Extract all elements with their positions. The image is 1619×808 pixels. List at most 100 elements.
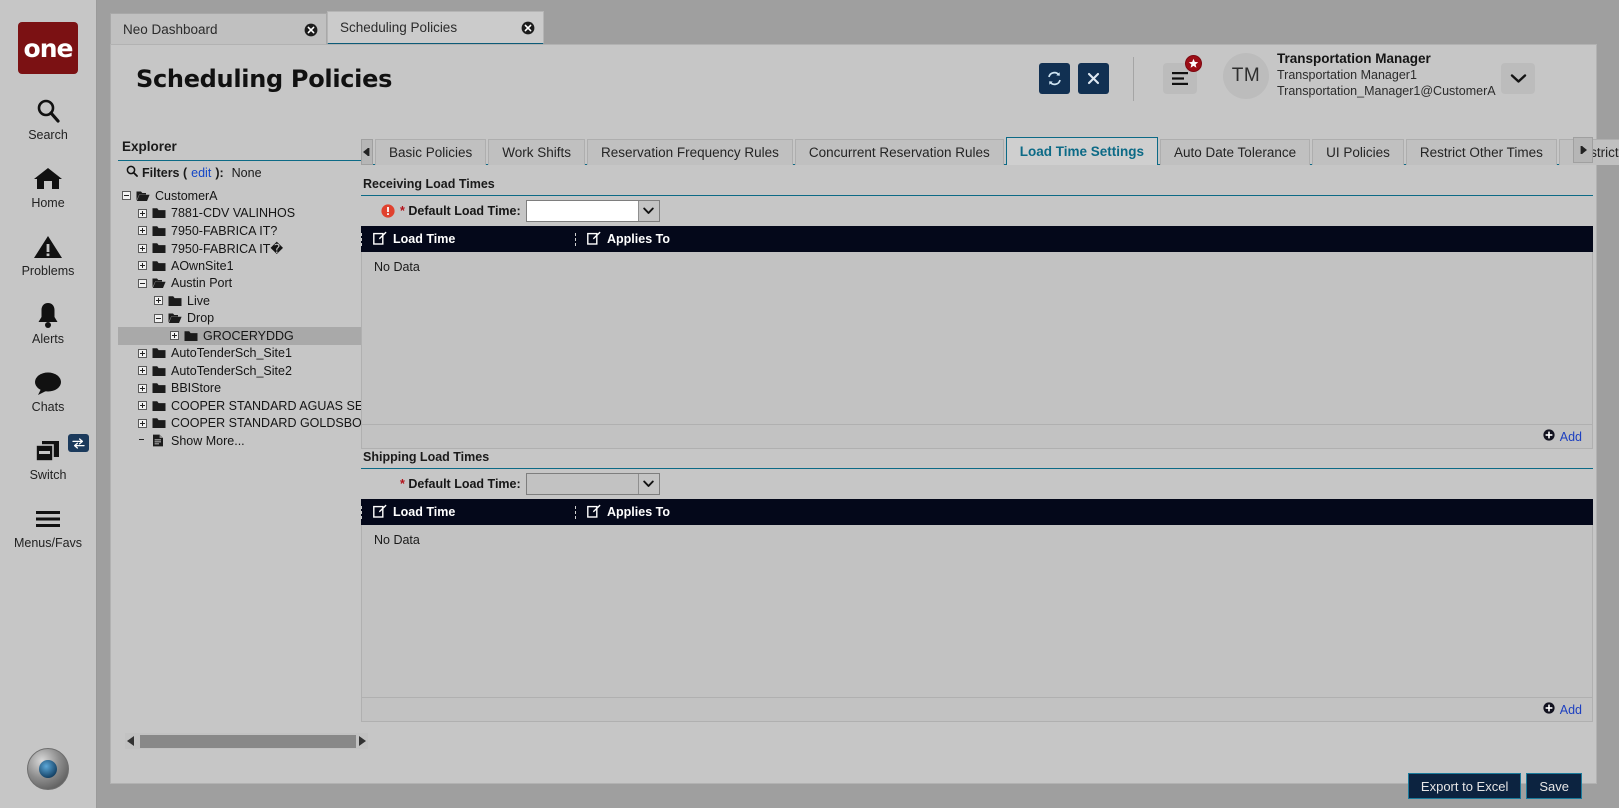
receiving-load-times-panel: Receiving Load Times * Default Load Time… [361, 177, 1593, 449]
expand-toggle-icon[interactable] [138, 383, 147, 393]
tree-node[interactable]: AutoTenderSch_Site1 [118, 345, 361, 363]
avatar[interactable]: TM [1223, 53, 1269, 99]
expand-toggle-icon[interactable] [154, 296, 163, 306]
filters-edit-link[interactable]: edit [191, 166, 211, 180]
receiving-col-applies-to[interactable]: Applies To [575, 231, 818, 248]
action-bar: Export to Excel Save [361, 768, 1593, 804]
expand-toggle-icon[interactable] [138, 226, 147, 236]
shipping-col-applies-to[interactable]: Applies To [575, 504, 818, 521]
expand-toggle-icon[interactable] [138, 401, 147, 411]
tab-restrict-other-times[interactable]: Restrict Other Times [1405, 139, 1557, 165]
collapse-toggle-icon[interactable] [122, 191, 131, 201]
expand-toggle-icon[interactable] [138, 418, 147, 428]
tree-node[interactable]: 7950-FABRICA IT� [118, 240, 361, 258]
refresh-button[interactable] [1039, 63, 1070, 94]
rail-item-alerts[interactable]: Alerts [0, 300, 97, 346]
refresh-icon [1048, 71, 1061, 86]
tab-ui-policies[interactable]: UI Policies [1312, 139, 1404, 165]
shipping-load-times-panel: Shipping Load Times * Default Load Time: [361, 450, 1593, 722]
receiving-grid-header: Load Time Applies To [361, 226, 1593, 252]
rail-item-home[interactable]: Home [0, 164, 97, 210]
close-icon[interactable] [521, 21, 535, 35]
collapse-toggle-icon[interactable] [154, 313, 163, 323]
tree-node[interactable]: GROCERYDDG [118, 327, 361, 345]
tab-scroll-right-button[interactable] [1573, 137, 1593, 163]
brand-logo[interactable]: one [18, 22, 78, 74]
window-tab-neo-dashboard[interactable]: Neo Dashboard [110, 13, 327, 45]
field-label-text: Default Load Time: [408, 477, 521, 491]
expand-toggle-icon[interactable] [138, 366, 147, 376]
folder-icon [152, 242, 166, 254]
app-orb-icon[interactable] [27, 748, 69, 790]
collapse-toggle-icon[interactable] [138, 278, 147, 288]
explorer-horizontal-scrollbar[interactable] [125, 733, 368, 749]
expand-toggle-icon[interactable] [138, 243, 147, 253]
tree-node[interactable]: COOPER STANDARD AGUAS SEALING (3 [118, 397, 415, 415]
shipping-add-link[interactable]: Add [1560, 703, 1582, 717]
tree-node[interactable]: Show More... [118, 432, 361, 450]
rail-item-switch[interactable]: Switch [0, 434, 97, 482]
tab-concurrent-reservation-rules[interactable]: Concurrent Reservation Rules [794, 139, 1004, 165]
tree-node[interactable]: AOwnSite1 [118, 257, 361, 275]
select-value [526, 474, 638, 494]
chevron-down-icon[interactable] [637, 201, 659, 221]
tree-node[interactable]: AutoTenderSch_Site2 [118, 362, 361, 380]
close-icon[interactable] [304, 23, 318, 37]
rail-item-problems[interactable]: Problems [0, 232, 97, 278]
window-tab-scheduling-policies[interactable]: Scheduling Policies [327, 11, 544, 45]
expand-toggle-icon[interactable] [138, 208, 147, 218]
tree-node[interactable]: Live [118, 292, 361, 310]
plus-circle-icon[interactable] [1543, 701, 1555, 719]
folder-icon [184, 330, 198, 342]
rail-item-chats[interactable]: Chats [0, 368, 97, 414]
folder-open-icon [152, 277, 166, 289]
tab-reservation-frequency-rules[interactable]: Reservation Frequency Rules [587, 139, 793, 165]
expand-toggle-icon[interactable] [138, 261, 147, 271]
close-page-button[interactable] [1078, 63, 1109, 94]
tree-node-label: GROCERYDDG [203, 328, 294, 343]
tab-scroll-left-button[interactable] [361, 139, 373, 165]
receiving-add-link[interactable]: Add [1560, 430, 1582, 444]
expand-toggle-icon[interactable] [170, 331, 179, 341]
tab-work-shifts[interactable]: Work Shifts [488, 139, 586, 165]
export-to-excel-button[interactable]: Export to Excel [1407, 773, 1522, 799]
chevron-down-icon[interactable] [637, 474, 659, 494]
folder-icon [152, 365, 166, 377]
star-icon [1185, 55, 1202, 72]
tab-load-time-settings[interactable]: Load Time Settings [1005, 137, 1159, 165]
tree-node[interactable]: COOPER STANDARD GOLDSBORO [118, 415, 381, 433]
save-button[interactable]: Save [1526, 773, 1582, 799]
expand-toggle-icon[interactable] [138, 348, 147, 358]
hamburger-icon [33, 504, 63, 534]
rail-item-menus-favs[interactable]: Menus/Favs [0, 504, 97, 550]
receiving-col-load-time[interactable]: Load Time [361, 231, 575, 248]
shipping-default-load-time-select[interactable] [525, 473, 660, 495]
plus-circle-icon[interactable] [1543, 428, 1555, 446]
receiving-default-load-time-label: * Default Load Time: [400, 204, 521, 218]
shipping-grid-body: No Data [361, 525, 1593, 697]
tree-node[interactable]: 7950-FABRICA IT? [118, 222, 361, 240]
rail-label-menus-favs: Menus/Favs [13, 536, 83, 550]
swap-arrows-icon[interactable] [67, 434, 89, 452]
shipping-default-load-time-row: * Default Load Time: [361, 469, 1593, 499]
tree-node[interactable]: 7881-CDV VALINHOS [118, 205, 361, 223]
tree-node[interactable]: Austin Port [118, 275, 361, 293]
tree-node[interactable]: Drop [118, 310, 361, 328]
tree-node-label: 7950-FABRICA IT? [171, 223, 278, 238]
triangle-left-icon[interactable] [125, 736, 138, 746]
tab-auto-date-tolerance[interactable]: Auto Date Tolerance [1160, 139, 1311, 165]
tab-basic-policies[interactable]: Basic Policies [375, 139, 487, 165]
column-label: Load Time [393, 232, 456, 246]
chat-bubble-icon [33, 368, 63, 398]
shipping-col-load-time[interactable]: Load Time [361, 504, 575, 521]
tree-node[interactable]: CustomerA [118, 187, 361, 205]
tree-node[interactable]: BBIStore [118, 380, 361, 398]
window-tab-label: Scheduling Policies [340, 20, 458, 35]
tree-node-label: AOwnSite1 [171, 258, 234, 273]
receiving-default-load-time-select[interactable] [525, 200, 660, 222]
user-email: Transportation_Manager1@CustomerA [1277, 84, 1496, 99]
rail-item-search[interactable]: Search [0, 96, 97, 142]
tree-node-label: AutoTenderSch_Site2 [171, 363, 292, 378]
user-menu-toggle[interactable] [1501, 63, 1535, 94]
scrollbar-thumb[interactable] [139, 734, 356, 748]
